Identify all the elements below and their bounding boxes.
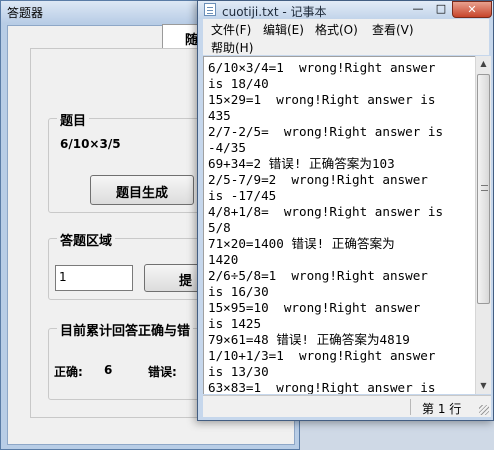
answer-group-title: 答题区域 (57, 230, 116, 249)
menubar: 文件(F) 编辑(E) 格式(O) 查看(V) 帮助(H) (203, 19, 489, 55)
editor-line: is 16/30 (208, 284, 269, 299)
editor-line: 5/8 (208, 220, 231, 235)
menu-file[interactable]: 文件(F) (211, 21, 251, 38)
scroll-thumb[interactable] (477, 74, 490, 304)
notepad-icon (204, 3, 216, 16)
editor-content: 6/10×3/4=1 wrong!Right answer is 18/40 15×… (208, 60, 443, 394)
status-separator (410, 399, 411, 415)
editor-line: 2/6÷5/8=1 wrong!Right answer (208, 268, 428, 283)
editor-line: is 1425 (208, 316, 262, 331)
menu-format[interactable]: 格式(O) (315, 21, 358, 38)
scroll-up-arrow-icon[interactable]: ▲ (476, 56, 491, 72)
maximize-button[interactable]: □ (430, 1, 452, 18)
editor-line: 4/8+1/8= wrong!Right answer is (208, 204, 444, 219)
editor-line: 435 (208, 108, 231, 123)
menu-view[interactable]: 查看(V) (372, 21, 414, 38)
question-text: 6/10×3/5 (60, 137, 121, 151)
editor-line: 1/10+1/3=1 wrong!Right answer (208, 348, 436, 363)
status-line-position: 第 1 行 (422, 402, 462, 416)
generate-question-button[interactable]: 题目生成 (90, 175, 194, 205)
menu-help[interactable]: 帮助(H) (211, 39, 253, 56)
editor-line: 79×61=48 错误! 正确答案为4819 (208, 332, 410, 347)
editor-line: 63×83=1 wrong!Right answer is (208, 380, 436, 394)
editor-line: -4/35 (208, 140, 246, 155)
editor-line: 15×95=10 wrong!Right answer (208, 300, 421, 315)
quiz-window-title: 答题器 (7, 6, 44, 20)
editor-line: 2/7-2/5= wrong!Right answer is (208, 124, 444, 139)
editor-line: 1420 (208, 252, 239, 267)
vertical-scrollbar[interactable]: ▲ ▼ (475, 56, 491, 394)
question-group-title: 题目 (57, 110, 90, 129)
submit-button[interactable]: 提 (144, 264, 204, 292)
editor-line: 71×20=1400 错误! 正确答案为 (208, 236, 395, 251)
editor-line: is -17/45 (208, 188, 277, 203)
menu-edit[interactable]: 编辑(E) (263, 21, 304, 38)
scroll-down-arrow-icon[interactable]: ▼ (476, 378, 491, 394)
notepad-titlebar[interactable]: cuotiji.txt - 记事本 — □ ✕ (198, 1, 493, 19)
resize-grip-icon[interactable] (479, 405, 489, 415)
text-editor[interactable]: 6/10×3/4=1 wrong!Right answer is 18/40 15×… (203, 56, 475, 394)
correct-label: 正确: (54, 365, 83, 379)
editor-line: is 13/30 (208, 364, 269, 379)
editor-line: is 18/40 (208, 76, 269, 91)
notepad-window: cuotiji.txt - 记事本 — □ ✕ 文件(F) 编辑(E) 格式(O… (197, 0, 494, 421)
stats-group-title: 目前累计回答正确与错 (57, 320, 194, 339)
editor-line: 69+34=2 错误! 正确答案为103 (208, 156, 395, 171)
notepad-title: cuotiji.txt - 记事本 (222, 5, 327, 19)
correct-count: 6 (104, 363, 113, 377)
editor-line: 2/5-7/9=2 wrong!Right answer (208, 172, 428, 187)
editor-line: 15×29=1 wrong!Right answer is (208, 92, 436, 107)
close-button[interactable]: ✕ (452, 1, 492, 18)
minimize-button[interactable]: — (406, 1, 430, 18)
answer-input[interactable]: 1 (55, 265, 133, 291)
wrong-label: 错误: (148, 365, 177, 379)
scroll-grip-icon (481, 185, 488, 191)
editor-line: 6/10×3/4=1 wrong!Right answer (208, 60, 436, 75)
statusbar: 第 1 行 (203, 395, 491, 417)
